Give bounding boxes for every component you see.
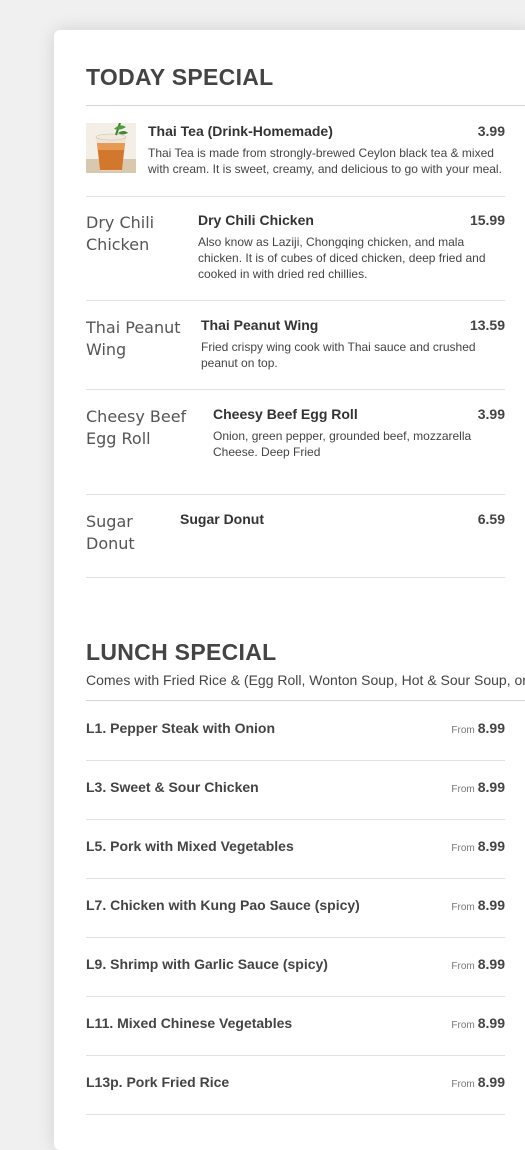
- divider: [86, 996, 505, 997]
- thai-tea-image: [86, 123, 136, 173]
- lunch-item[interactable]: L7. Chicken with Kung Pao Sauce (spicy) …: [86, 897, 505, 917]
- divider: [86, 937, 505, 938]
- today-special-title: TODAY SPECIAL: [86, 64, 274, 90]
- dry-chili-chicken-broken-image: Dry Chili Chicken: [86, 212, 194, 260]
- price-value: 8.99: [477, 1015, 505, 1031]
- lunch-item[interactable]: L13p. Pork Fried Rice From 8.99: [86, 1074, 505, 1094]
- item-name: Cheesy Beef Egg Roll: [213, 406, 358, 422]
- image-alt-text: Thai Peanut Wing: [86, 318, 181, 359]
- image-alt-text: Cheesy Beef Egg Roll: [86, 407, 187, 448]
- divider: [86, 1114, 505, 1115]
- divider: [86, 196, 505, 197]
- lunch-item-name: L1. Pepper Steak with Onion: [86, 720, 276, 736]
- lunch-item-price: From 8.99: [451, 1074, 505, 1092]
- thai-tea-photo: [86, 123, 136, 173]
- lunch-item-name: L13p. Pork Fried Rice: [86, 1074, 230, 1090]
- image-alt-text: Dry Chili Chicken: [86, 213, 155, 254]
- divider: [86, 1055, 505, 1056]
- item-description: Thai Tea is made from strongly-brewed Ce…: [148, 146, 502, 176]
- lunch-item[interactable]: L11. Mixed Chinese Vegetables From 8.99: [86, 1015, 505, 1035]
- sugar-donut-broken-image: Sugar Donut: [86, 511, 166, 559]
- price-prefix: From: [451, 1079, 475, 1090]
- image-alt-text: Sugar Donut: [86, 512, 135, 553]
- lunch-item-price: From 8.99: [451, 1015, 505, 1033]
- menu-item-thai-tea[interactable]: Thai Tea (Drink-Homemade) 3.99 Thai Tea …: [86, 123, 505, 176]
- lunch-item[interactable]: L5. Pork with Mixed Vegetables From 8.99: [86, 838, 505, 858]
- divider: [86, 819, 505, 820]
- item-name: Sugar Donut: [180, 511, 264, 527]
- menu-item-cheesy-beef-egg-roll[interactable]: Cheesy Beef Egg Roll Cheesy Beef Egg Rol…: [86, 406, 505, 476]
- price-prefix: From: [451, 784, 475, 795]
- item-price: 6.59: [477, 511, 505, 527]
- lunch-item-price: From 8.99: [451, 720, 505, 738]
- price-value: 8.99: [477, 779, 505, 795]
- menu-item-sugar-donut[interactable]: Sugar Donut Sugar Donut 6.59: [86, 511, 505, 561]
- lunch-item[interactable]: L1. Pepper Steak with Onion From 8.99: [86, 720, 505, 740]
- lunch-item[interactable]: L9. Shrimp with Garlic Sauce (spicy) Fro…: [86, 956, 505, 976]
- menu-item-thai-peanut-wing[interactable]: Thai Peanut Wing Thai Peanut Wing 13.59 …: [86, 317, 505, 370]
- item-description: Also know as Laziji, Chongqing chicken, …: [198, 235, 486, 281]
- price-prefix: From: [451, 843, 475, 854]
- price-prefix: From: [451, 961, 475, 972]
- item-name: Thai Peanut Wing: [201, 317, 319, 333]
- lunch-item-name: L7. Chicken with Kung Pao Sauce (spicy): [86, 897, 360, 913]
- item-price: 3.99: [477, 123, 505, 139]
- lunch-item-name: L11. Mixed Chinese Vegetables: [86, 1015, 293, 1031]
- divider: [86, 700, 525, 701]
- item-name: Thai Tea (Drink-Homemade): [148, 123, 333, 139]
- lunch-item[interactable]: L3. Sweet & Sour Chicken From 8.99: [86, 779, 505, 799]
- lunch-item-price: From 8.99: [451, 956, 505, 974]
- price-prefix: From: [451, 1020, 475, 1031]
- divider: [86, 300, 505, 301]
- item-price: 3.99: [477, 406, 505, 422]
- lunch-item-name: L5. Pork with Mixed Vegetables: [86, 838, 294, 854]
- price-prefix: From: [451, 725, 475, 736]
- item-price: 13.59: [469, 317, 505, 333]
- menu-item-dry-chili-chicken[interactable]: Dry Chili Chicken Dry Chili Chicken 15.9…: [86, 212, 505, 282]
- cheesy-beef-egg-roll-broken-image: Cheesy Beef Egg Roll: [86, 406, 208, 454]
- item-name: Dry Chili Chicken: [198, 212, 314, 228]
- thai-peanut-wing-broken-image: Thai Peanut Wing: [86, 317, 196, 365]
- lunch-special-title: LUNCH SPECIAL: [86, 639, 277, 665]
- price-prefix: From: [451, 902, 475, 913]
- price-value: 8.99: [477, 1074, 505, 1090]
- divider: [86, 878, 505, 879]
- lunch-item-price: From 8.99: [451, 897, 505, 915]
- lunch-item-name: L3. Sweet & Sour Chicken: [86, 779, 259, 795]
- menu-card: TODAY SPECIAL Thai Tea (Drink-Homemade) …: [54, 30, 525, 1150]
- price-value: 8.99: [477, 720, 505, 736]
- divider: [86, 494, 505, 495]
- lunch-item-price: From 8.99: [451, 779, 505, 797]
- item-description: Fried crispy wing cook with Thai sauce a…: [201, 340, 476, 370]
- price-value: 8.99: [477, 897, 505, 913]
- divider: [86, 389, 505, 390]
- divider: [86, 105, 525, 106]
- divider: [86, 577, 505, 578]
- lunch-special-subtitle: Comes with Fried Rice & (Egg Roll, Wonto…: [86, 672, 525, 688]
- item-description: Onion, green pepper, grounded beef, mozz…: [213, 429, 472, 459]
- price-value: 8.99: [477, 956, 505, 972]
- item-price: 15.99: [469, 212, 505, 228]
- lunch-item-price: From 8.99: [451, 838, 505, 856]
- lunch-item-name: L9. Shrimp with Garlic Sauce (spicy): [86, 956, 328, 972]
- price-value: 8.99: [477, 838, 505, 854]
- divider: [86, 760, 505, 761]
